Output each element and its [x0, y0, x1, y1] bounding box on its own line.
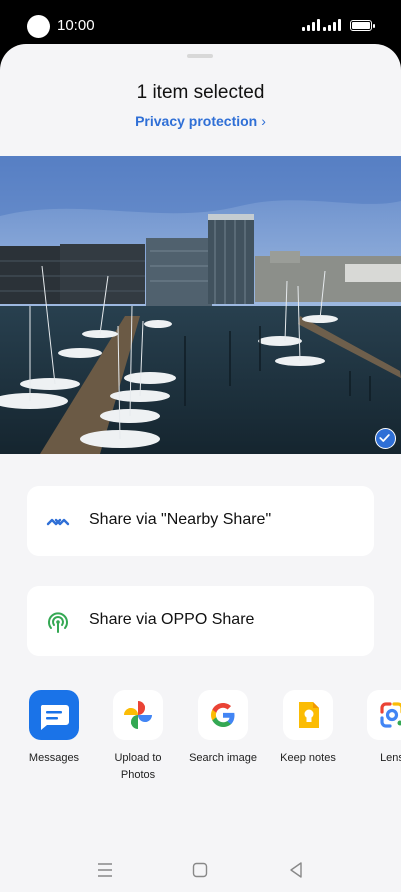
app-messages-label: Messages [28, 752, 80, 764]
share-oppo-share-label: Share via OPPO Share [89, 611, 255, 628]
app-keep-notes[interactable]: Keep notes [266, 690, 350, 767]
messages-icon [29, 690, 79, 740]
app-search-image[interactable]: Search image [181, 690, 265, 767]
front-camera-cutout [27, 15, 50, 38]
battery-icon [350, 20, 375, 31]
app-upload-to-photos[interactable]: Upload to Photos [96, 690, 180, 784]
share-oppo-share-option[interactable]: Share via OPPO Share [27, 586, 374, 656]
google-keep-icon [283, 690, 333, 740]
selected-check-icon[interactable] [375, 428, 396, 449]
back-nav-icon[interactable] [284, 858, 308, 882]
app-target-row: Messages Upload to Photos Search image K… [0, 690, 401, 790]
google-icon [198, 690, 248, 740]
share-sheet: 1 item selected Privacy protection › Sha… [0, 44, 401, 892]
home-nav-icon[interactable] [188, 858, 212, 882]
app-search-image-label: Search image [189, 752, 257, 764]
app-lens[interactable]: Lens [350, 690, 401, 767]
selected-photo-thumbnail[interactable] [0, 156, 401, 454]
navigation-bar [0, 850, 401, 892]
status-time: 10:00 [57, 17, 95, 34]
menu-nav-icon[interactable] [93, 858, 117, 882]
app-lens-label: Lens [380, 752, 401, 764]
sheet-title: 1 item selected [136, 82, 265, 103]
google-lens-icon [367, 690, 401, 740]
chevron-right-icon: › [261, 113, 266, 129]
oppo-share-icon [48, 612, 68, 633]
signal-icon [302, 19, 320, 31]
google-photos-icon [113, 690, 163, 740]
status-bar: 10:00 [0, 0, 401, 50]
privacy-protection-label: Privacy protection [135, 113, 258, 129]
app-keep-notes-label: Keep notes [280, 752, 336, 764]
app-upload-to-photos-label: Upload to Photos [114, 752, 162, 781]
nearby-share-icon [46, 518, 70, 526]
share-nearby-share-label: Share via "Nearby Share" [89, 511, 272, 528]
privacy-protection-link[interactable]: Privacy protection › [0, 113, 401, 129]
app-messages[interactable]: Messages [12, 690, 96, 767]
drag-handle[interactable] [187, 54, 213, 58]
signal-icon-2 [323, 19, 341, 31]
share-nearby-share-option[interactable]: Share via "Nearby Share" [27, 486, 374, 556]
